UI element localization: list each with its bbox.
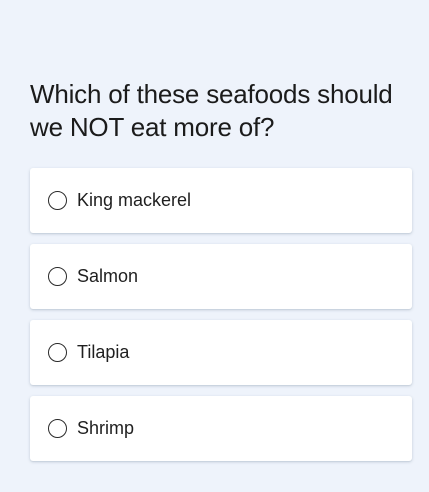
option-label: Salmon	[77, 266, 139, 286]
option-label: King mackerel	[77, 190, 192, 210]
option-label: Shrimp	[77, 418, 135, 438]
question-text: Which of these seafoods should we NOT ea…	[30, 79, 393, 142]
radio-button[interactable]	[48, 343, 67, 362]
option-salmon[interactable]: Salmon	[30, 244, 412, 309]
answer-options: King mackerel Salmon Tilapia Shrimp	[30, 168, 412, 472]
option-label: Tilapia	[77, 342, 130, 362]
radio-button[interactable]	[48, 419, 67, 438]
option-tilapia[interactable]: Tilapia	[30, 320, 412, 385]
option-king-mackerel[interactable]: King mackerel	[30, 168, 412, 233]
radio-button[interactable]	[48, 191, 67, 210]
option-shrimp[interactable]: Shrimp	[30, 396, 412, 461]
quiz-panel: Which of these seafoods should we NOT ea…	[30, 78, 412, 461]
radio-button[interactable]	[48, 267, 67, 286]
